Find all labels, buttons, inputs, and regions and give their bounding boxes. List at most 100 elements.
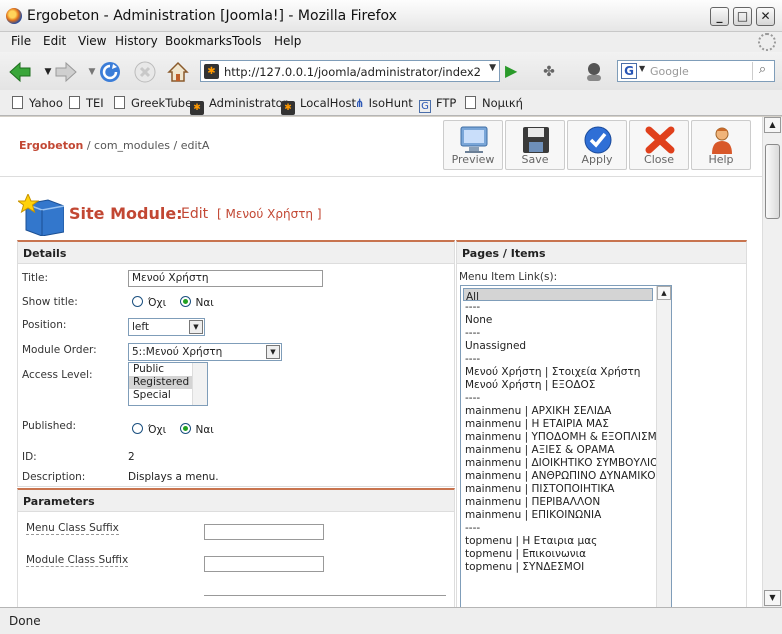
published-no-radio[interactable] — [132, 423, 143, 434]
bookmark-isohunt[interactable]: ⋔ IsoHunt — [355, 96, 413, 110]
bookmark-ftp[interactable]: G FTP — [419, 96, 456, 113]
address-dropdown-icon[interactable]: ▼ — [489, 63, 496, 73]
list-item[interactable]: mainmenu | Η ΕΤΑΙΡΙΑ ΜΑΣ — [465, 418, 609, 431]
list-item[interactable]: Μενού Χρήστη | Στοιχεία Χρήστη — [465, 366, 640, 379]
module-order-label: Module Order: — [22, 344, 97, 356]
close-button[interactable]: Close — [629, 120, 689, 170]
firefox-logo-icon — [6, 8, 22, 24]
breadcrumb-site-link[interactable]: Ergobeton — [19, 139, 83, 152]
back-icon[interactable] — [8, 60, 32, 84]
extension-icon[interactable]: ✤ — [537, 60, 561, 84]
close-window-button[interactable]: ✕ — [756, 7, 775, 26]
scrollbar-thumb[interactable] — [765, 144, 780, 219]
parameters-header: Parameters — [18, 490, 454, 512]
minimize-button[interactable]: _ — [710, 7, 729, 26]
chevron-down-icon: ▼ — [189, 320, 203, 334]
module-name: [ Μενού Χρήστη ] — [217, 207, 322, 221]
list-item[interactable]: topmenu | Επικοινωνια — [465, 548, 586, 561]
home-icon[interactable] — [166, 60, 190, 84]
stop-icon[interactable] — [133, 60, 157, 84]
monitor-icon — [460, 126, 488, 153]
module-order-select[interactable]: 5::Μενού Χρήστη ▼ — [128, 343, 282, 361]
menu-help[interactable]: Help — [274, 34, 301, 48]
floppy-disk-icon — [523, 127, 549, 153]
menu-links-scrollbar[interactable]: ▲ — [656, 286, 671, 607]
bookmark-localhost[interactable]: ✱ LocalHost — [281, 96, 356, 115]
pages-items-header: Pages / Items — [457, 242, 746, 264]
list-item[interactable]: topmenu | ΣΥΝΔΕΣΜΟΙ — [465, 561, 584, 574]
search-input[interactable]: Google — [650, 65, 689, 78]
list-item[interactable]: None — [465, 314, 492, 327]
list-item[interactable]: Unassigned — [465, 340, 526, 353]
forward-icon[interactable] — [54, 60, 78, 84]
page-icon — [12, 96, 23, 109]
window-title: Ergobeton - Administration [Joomla!] - M… — [27, 8, 397, 24]
page-icon — [69, 96, 80, 109]
menu-bar: File Edit View History Bookmarks Tools H… — [0, 32, 782, 52]
scroll-up-icon[interactable]: ▲ — [764, 117, 781, 133]
save-button[interactable]: Save — [505, 120, 565, 170]
bookmark-administrator[interactable]: ✱ Administrator — [190, 96, 287, 115]
list-item[interactable]: mainmenu | ΑΝΘΡΩΠΙΝΟ ΔΥΝΑΜΙΚΟ — [465, 470, 656, 483]
pages-items-panel: Pages / Items Menu Item Link(s): All ---… — [456, 240, 747, 607]
menu-bookmarks[interactable]: Bookmarks — [165, 34, 232, 48]
menu-class-suffix-input[interactable] — [204, 524, 324, 540]
module-class-suffix-label: Module Class Suffix — [26, 554, 129, 567]
window-titlebar: Ergobeton - Administration [Joomla!] - M… — [0, 0, 782, 32]
module-class-suffix-input[interactable] — [204, 556, 324, 572]
address-input[interactable]: http://127.0.0.1/joomla/administrator/in… — [224, 65, 482, 79]
show-title-no-radio[interactable] — [132, 296, 143, 307]
list-separator: ---- — [465, 327, 481, 339]
show-title-yes-radio[interactable] — [179, 296, 191, 307]
list-separator: ---- — [465, 522, 481, 534]
list-item[interactable]: All — [463, 288, 653, 303]
description-value: Displays a menu. — [128, 471, 219, 483]
title-input[interactable]: Μενού Χρήστη — [128, 270, 323, 287]
access-level-list[interactable]: Public Registered Special — [128, 362, 208, 406]
list-item[interactable]: mainmenu | ΑΞΙΕΣ & ΟΡΑΜΑ — [465, 444, 615, 457]
details-panel: Details Title: Μενού Χρήστη Show title: … — [17, 240, 455, 487]
search-icon[interactable]: ⌕ — [752, 62, 772, 80]
bookmark-greektube[interactable]: GreekTube — [114, 96, 192, 110]
joomla-icon: ✱ — [281, 101, 295, 115]
list-item[interactable]: topmenu | Η Εταιρια μας — [465, 535, 597, 548]
checkmark-icon — [584, 126, 612, 154]
user-avatar-icon[interactable] — [582, 60, 606, 84]
maximize-button[interactable]: □ — [733, 7, 752, 26]
address-bar[interactable]: ✱ http://127.0.0.1/joomla/administrator/… — [200, 60, 500, 82]
menu-tools[interactable]: Tools — [232, 34, 262, 48]
menu-history[interactable]: History — [115, 34, 158, 48]
menu-edit[interactable]: Edit — [43, 34, 66, 48]
list-item[interactable]: mainmenu | ΠΕΡΙΒΑΛΛΟΝ — [465, 496, 600, 509]
bookmark-yahoo[interactable]: Yahoo — [12, 96, 63, 110]
preview-button[interactable]: Preview — [443, 120, 503, 170]
menu-view[interactable]: View — [78, 34, 106, 48]
scroll-up-icon[interactable]: ▲ — [657, 286, 671, 300]
menu-file[interactable]: File — [11, 34, 31, 48]
published-yes-radio[interactable] — [179, 423, 191, 434]
page-scrollbar[interactable]: ▲ ▼ — [762, 117, 782, 607]
status-bar: Done — [0, 607, 782, 634]
engine-dropdown-icon[interactable]: ▼ — [639, 64, 645, 73]
help-button[interactable]: Help — [691, 120, 751, 170]
access-list-scrollbar[interactable] — [192, 363, 207, 405]
show-title-radio-group: Όχι Ναι — [132, 296, 214, 309]
list-item[interactable]: mainmenu | ΕΠΙΚΟΙΝΩΝΙΑ — [465, 509, 601, 522]
reload-icon[interactable] — [98, 60, 122, 84]
google-engine-icon[interactable]: G — [621, 63, 637, 79]
list-item[interactable]: mainmenu | ΥΠΟΔΟΜΗ & ΕΞΟΠΛΙΣΜΟΣ — [465, 431, 671, 444]
list-item[interactable]: Μενού Χρήστη | ΕΞΟΔΟΣ — [465, 379, 595, 392]
description-label: Description: — [22, 471, 86, 483]
scroll-down-icon[interactable]: ▼ — [764, 590, 781, 606]
bookmark-tei[interactable]: TEI — [69, 96, 104, 110]
list-item[interactable]: mainmenu | ΔΙΟΙΚΗΤΙΚΟ ΣΥΜΒΟΥΛΙΟ — [465, 457, 658, 470]
joomla-favicon-icon: ✱ — [204, 64, 219, 79]
menu-item-links-list[interactable]: All ---- None ---- Unassigned ---- Μενού… — [460, 285, 672, 607]
position-select[interactable]: left ▼ — [128, 318, 205, 336]
apply-button[interactable]: Apply — [567, 120, 627, 170]
search-box[interactable]: G ▼ Google ⌕ — [617, 60, 775, 82]
go-icon[interactable]: ▶ — [505, 61, 525, 81]
bookmark-nomiki[interactable]: Νομική — [465, 96, 523, 110]
list-item[interactable]: mainmenu | ΠΙΣΤΟΠΟΙΗΤΙΚΑ — [465, 483, 614, 496]
list-item[interactable]: mainmenu | ΑΡΧΙΚΗ ΣΕΛΙΔΑ — [465, 405, 611, 418]
